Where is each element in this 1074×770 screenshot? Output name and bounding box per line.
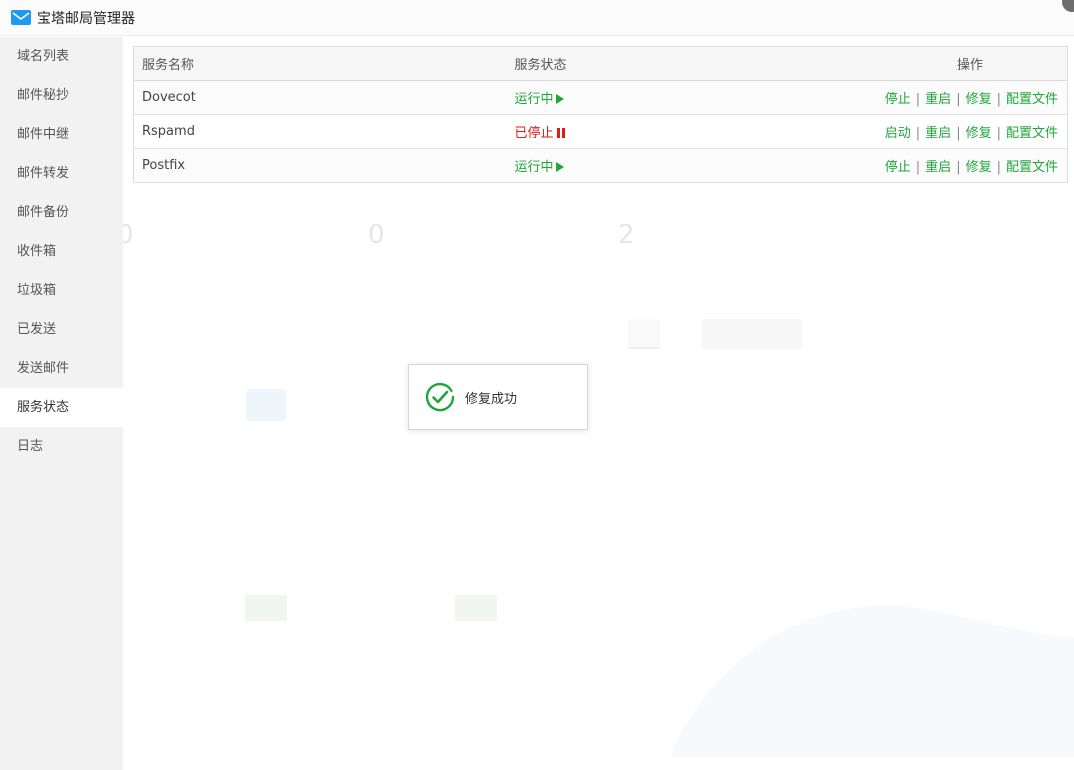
- action-separator: |: [956, 160, 961, 175]
- sidebar-item-mail-backup[interactable]: 邮件备份: [0, 193, 123, 232]
- service-actions: 停止 | 重启 | 修复 | 配置文件: [726, 80, 1068, 115]
- restart-button[interactable]: 重启: [925, 160, 951, 175]
- table-row: Postfix 运行中 停止 | 重启 | 修复 | 配置文件: [133, 148, 1068, 183]
- service-actions: 停止 | 重启 | 修复 | 配置文件: [726, 148, 1068, 183]
- service-name: Rspamd: [133, 114, 507, 149]
- service-status: 已停止: [506, 114, 727, 149]
- config-file-button[interactable]: 配置文件: [1006, 160, 1058, 175]
- pause-icon: [556, 128, 565, 138]
- sidebar-item-domain-list[interactable]: 域名列表: [0, 37, 123, 76]
- service-table: 服务名称 服务状态 操作 Dovecot 运行中 停止 | 重启 | 修复 | 配置文件 R…: [133, 46, 1068, 183]
- status-label: 已停止: [514, 126, 554, 141]
- status-label: 运行中: [514, 92, 554, 107]
- action-separator: |: [915, 92, 921, 107]
- config-file-button[interactable]: 配置文件: [1006, 92, 1058, 107]
- restart-button[interactable]: 重启: [925, 126, 951, 141]
- sidebar-item-sent[interactable]: 已发送: [0, 310, 123, 349]
- mail-icon: [11, 10, 31, 25]
- sidebar-item-mail-forward[interactable]: 邮件转发: [0, 154, 123, 193]
- sidebar-item-service-status[interactable]: 服务状态: [0, 388, 123, 427]
- service-name: Postfix: [133, 148, 507, 183]
- action-separator: |: [915, 126, 921, 141]
- toast-message: 修复成功: [465, 391, 518, 407]
- service-actions: 启动 | 重启 | 修复 | 配置文件: [726, 114, 1068, 149]
- start-button[interactable]: 启动: [885, 126, 911, 141]
- title-bar: 宝塔邮局管理器: [0, 0, 1074, 36]
- sidebar-item-logs[interactable]: 日志: [0, 427, 123, 466]
- table-row: Dovecot 运行中 停止 | 重启 | 修复 | 配置文件: [133, 80, 1068, 115]
- repair-button[interactable]: 修复: [966, 160, 992, 175]
- column-header-status: 服务状态: [506, 46, 727, 81]
- sidebar-item-mail-bcc[interactable]: 邮件秘抄: [0, 76, 123, 115]
- action-separator: |: [996, 126, 1001, 141]
- app-title: 宝塔邮局管理器: [37, 10, 135, 27]
- action-separator: |: [996, 92, 1001, 107]
- config-file-button[interactable]: 配置文件: [1006, 126, 1058, 141]
- sidebar-item-send-mail[interactable]: 发送邮件: [0, 349, 123, 388]
- action-separator: |: [996, 160, 1001, 175]
- stop-button[interactable]: 停止: [885, 92, 911, 107]
- restart-button[interactable]: 重启: [925, 92, 951, 107]
- play-icon: [555, 94, 564, 104]
- status-label: 运行中: [514, 160, 554, 175]
- action-separator: |: [915, 160, 921, 175]
- table-row: Rspamd 已停止 启动 | 重启 | 修复 | 配置文件: [133, 114, 1068, 149]
- sidebar-item-mail-relay[interactable]: 邮件中继: [0, 115, 123, 154]
- table-header-row: 服务名称 服务状态 操作: [133, 46, 1068, 81]
- repair-button[interactable]: 修复: [966, 92, 992, 107]
- stop-button[interactable]: 停止: [885, 160, 911, 175]
- sidebar: 域名列表 邮件秘抄 邮件中继 邮件转发 邮件备份 收件箱 垃圾箱 已发送 发送邮…: [0, 37, 123, 770]
- action-separator: |: [956, 92, 961, 107]
- sidebar-item-inbox[interactable]: 收件箱: [0, 232, 123, 271]
- sidebar-item-spam[interactable]: 垃圾箱: [0, 271, 123, 310]
- service-status: 运行中: [506, 148, 727, 183]
- action-separator: |: [956, 126, 961, 141]
- column-header-ops: 操作: [726, 46, 1068, 81]
- service-status: 运行中: [506, 80, 727, 115]
- play-icon: [555, 162, 564, 172]
- service-name: Dovecot: [133, 80, 507, 115]
- success-toast: 修复成功: [408, 364, 588, 430]
- repair-button[interactable]: 修复: [966, 126, 992, 141]
- column-header-name: 服务名称: [133, 46, 507, 81]
- close-icon[interactable]: [1062, 0, 1074, 12]
- check-circle-icon: [425, 382, 455, 412]
